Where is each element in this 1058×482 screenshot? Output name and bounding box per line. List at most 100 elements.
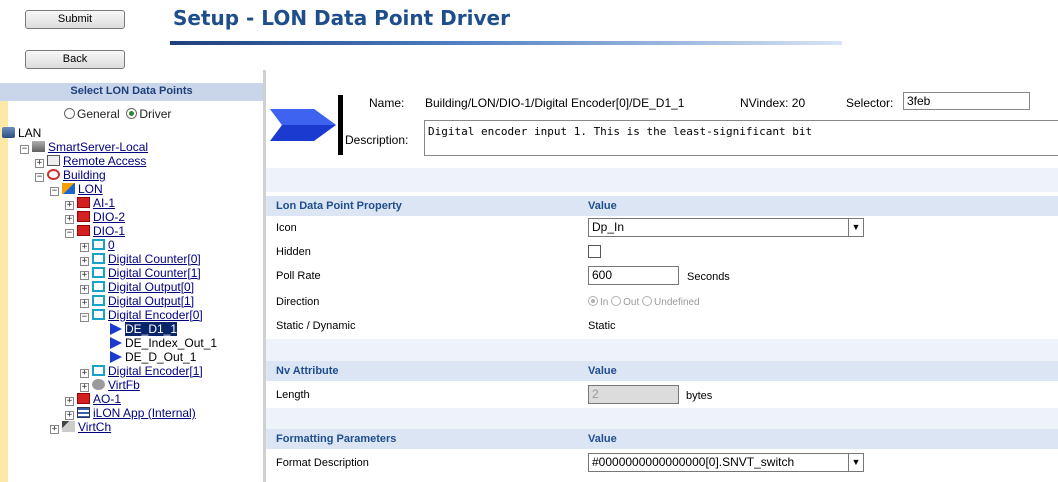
- expand-icon[interactable]: +: [65, 201, 74, 210]
- value-column-header: Value: [588, 365, 617, 377]
- value-column-header: Value: [588, 433, 617, 445]
- nv-attribute-header: Nv Attribute Value: [266, 361, 1058, 381]
- collapse-icon[interactable]: −: [50, 187, 59, 196]
- page-title: Setup - LON Data Point Driver: [173, 6, 510, 30]
- name-label: Name:: [369, 96, 405, 110]
- direction-in-radio[interactable]: [588, 296, 598, 306]
- tree-item-digital-counter-0[interactable]: + Digital Counter[0]: [80, 253, 201, 266]
- left-panel: Submit Back Select LON Data Points Gener…: [0, 0, 263, 482]
- tree-item-dio2[interactable]: + DIO-2: [65, 211, 125, 224]
- tree-item-virtfb[interactable]: + VirtFb: [80, 379, 140, 392]
- expand-icon[interactable]: +: [65, 411, 74, 420]
- data-point-info: Name: Building/LON/DIO-1/Digital Encoder…: [266, 83, 1058, 168]
- tree-item-label: Digital Encoder[1]: [108, 364, 203, 378]
- selector-label: Selector:: [846, 96, 894, 110]
- collapse-icon[interactable]: −: [80, 313, 89, 322]
- tree-item-lon[interactable]: − LON: [50, 183, 103, 196]
- expand-icon[interactable]: +: [50, 425, 59, 434]
- direction-out-radio[interactable]: [611, 296, 622, 306]
- tree-item-lan[interactable]: LAN: [2, 127, 41, 140]
- tree-item-ao1[interactable]: + AO-1: [65, 393, 121, 406]
- expand-icon[interactable]: +: [80, 243, 89, 252]
- expand-icon[interactable]: +: [80, 271, 89, 280]
- tree-item-digital-output-0[interactable]: + Digital Output[0]: [80, 281, 194, 294]
- tree-item-label: AO-1: [93, 392, 122, 406]
- chevron-down-icon[interactable]: ▼: [848, 454, 863, 471]
- tree-item-label-selected: DE_D1_1: [125, 322, 178, 336]
- tree-item-digital-encoder-0[interactable]: − Digital Encoder[0]: [80, 309, 203, 322]
- expand-icon[interactable]: +: [65, 397, 74, 406]
- tree-item-de-d1-1[interactable]: DE_D1_1: [110, 322, 178, 336]
- tree-item-label: DIO-2: [93, 210, 126, 224]
- expand-icon[interactable]: +: [35, 159, 44, 168]
- device-icon: [77, 393, 90, 404]
- back-button[interactable]: Back: [25, 50, 125, 69]
- tree-item-zero[interactable]: +0: [80, 239, 115, 252]
- phone-icon: [47, 155, 60, 166]
- network-icon: [2, 127, 15, 138]
- tree-item-label: LAN: [18, 126, 42, 140]
- expand-icon[interactable]: +: [80, 285, 89, 294]
- chevron-down-icon[interactable]: ▼: [848, 219, 863, 236]
- tree-header: Select LON Data Points: [0, 83, 263, 101]
- poll-rate-input[interactable]: 600: [588, 266, 679, 285]
- tree-item-label: Digital Encoder[0]: [108, 308, 203, 322]
- tree-item-smartserver[interactable]: − SmartServer-Local: [20, 141, 148, 154]
- length-label: Length: [276, 389, 310, 401]
- tree-item-remote-access[interactable]: + Remote Access: [35, 155, 146, 168]
- device-icon: [77, 225, 90, 236]
- format-description-value: #0000000000000000[0].SNVT_switch: [592, 455, 795, 469]
- tree-item-label: DIO-1: [93, 224, 126, 238]
- device-icon: [77, 197, 90, 208]
- submit-button[interactable]: Submit: [25, 10, 125, 29]
- expand-icon[interactable]: +: [80, 383, 89, 392]
- server-icon: [32, 141, 45, 152]
- lon-properties-header: Lon Data Point Property Value: [266, 196, 1058, 216]
- tree-item-digital-encoder-1[interactable]: + Digital Encoder[1]: [80, 365, 203, 378]
- tree-item-de-d-out-1[interactable]: DE_D_Out_1: [110, 351, 196, 364]
- description-textarea[interactable]: Digital encoder input 1. This is the lea…: [424, 120, 1058, 156]
- collapse-icon[interactable]: −: [35, 173, 44, 182]
- format-description-row: Format Description #0000000000000000[0].…: [266, 452, 1058, 474]
- name-value: Building/LON/DIO-1/Digital Encoder[0]/DE…: [425, 96, 685, 110]
- tree-item-label: iLON App (Internal): [93, 406, 196, 420]
- tree-item-label: Digital Output[1]: [108, 294, 195, 308]
- property-column-header: Lon Data Point Property: [276, 200, 402, 212]
- tree-item-dio1[interactable]: − DIO-1: [65, 225, 125, 238]
- poll-rate-unit: Seconds: [687, 271, 730, 283]
- selector-input[interactable]: 3feb: [903, 92, 1030, 110]
- collapse-icon[interactable]: −: [20, 145, 29, 154]
- tree-item-label: DE_Index_Out_1: [125, 336, 218, 350]
- format-description-select[interactable]: #0000000000000000[0].SNVT_switch ▼: [588, 453, 864, 472]
- static-dynamic-label: Static / Dynamic: [276, 320, 356, 332]
- expand-icon[interactable]: +: [65, 215, 74, 224]
- collapse-icon[interactable]: −: [65, 229, 74, 238]
- direction-undefined-label: Undefined: [654, 297, 700, 308]
- length-input: 2: [588, 385, 679, 404]
- tree-item-label: Digital Output[0]: [108, 280, 195, 294]
- general-radio[interactable]: [64, 108, 75, 119]
- section-spacer: [266, 168, 1058, 192]
- driver-radio[interactable]: [126, 108, 138, 119]
- tree-item-virtch[interactable]: + VirtCh: [50, 421, 111, 434]
- expand-icon[interactable]: +: [80, 257, 89, 266]
- static-dynamic-row: Static / Dynamic Static: [266, 315, 1058, 337]
- tree-item-ai1[interactable]: + AI-1: [65, 197, 115, 210]
- data-point-icon: [110, 351, 122, 363]
- tree-item-de-index-out-1[interactable]: DE_Index_Out_1: [110, 337, 217, 350]
- tree-item-ilon-app[interactable]: + iLON App (Internal): [65, 407, 196, 420]
- expand-icon[interactable]: +: [80, 299, 89, 308]
- value-column-header: Value: [588, 200, 617, 212]
- building-icon: [47, 169, 60, 180]
- tree-item-label: DE_D_Out_1: [125, 350, 197, 364]
- tree-item-digital-counter-1[interactable]: + Digital Counter[1]: [80, 267, 201, 280]
- hidden-checkbox[interactable]: [588, 245, 601, 258]
- expand-icon[interactable]: +: [80, 369, 89, 378]
- icon-select[interactable]: Dp_In ▼: [588, 218, 864, 237]
- direction-undefined-radio[interactable]: [642, 296, 653, 306]
- tree-item-building[interactable]: − Building: [35, 169, 106, 182]
- tree-item-digital-output-1[interactable]: + Digital Output[1]: [80, 295, 194, 308]
- poll-rate-row: Poll Rate 600 Seconds: [266, 265, 1058, 287]
- icon-select-value: Dp_In: [592, 220, 625, 234]
- section-spacer: [266, 339, 1058, 361]
